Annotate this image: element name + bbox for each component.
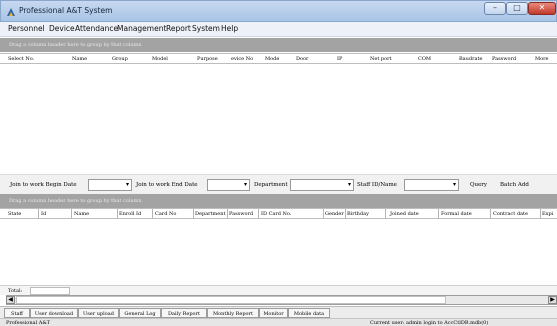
col-id[interactable]: Id [41,211,46,217]
menu-device[interactable]: Device [49,24,75,33]
col-birthday[interactable]: Birthday [347,211,369,217]
tab-monthly-report[interactable]: Monthly Report [207,308,259,318]
tab-user-download[interactable]: User download [30,308,78,318]
device-group-by-bar[interactable]: Drag a column header here to group by th… [0,38,557,52]
col-password[interactable]: Password [492,56,516,62]
window-title: Professional A&T System [19,6,113,15]
col-enroll-id[interactable]: Enroll Id [119,211,141,217]
query-button[interactable]: Query [470,182,487,188]
end-date-combo[interactable]: ▾ [207,179,250,191]
total-label: Total: [8,288,23,294]
col-joined-date[interactable]: Joined date [390,211,419,217]
col-model[interactable]: Model [152,56,168,62]
begin-date-combo[interactable]: ▾ [88,179,132,191]
app-logo-icon [7,8,15,16]
menu-personnel[interactable]: Personnel [8,24,45,33]
chevron-down-icon: ▾ [243,181,247,188]
col-gender[interactable]: Gender [325,211,344,217]
col-baudrate[interactable]: Baudrate [459,56,482,62]
device-grid-header: Select No. Name Group Model Purpose evic… [0,53,557,64]
horizontal-scrollbar[interactable]: ◀ ▶ [6,295,557,305]
begin-date-label: Join to work Begin Date [10,182,77,188]
chevron-down-icon: ▾ [347,181,351,188]
tab-staff[interactable]: Staff [4,308,30,318]
minimize-button[interactable]: – [484,2,506,15]
menu-system[interactable]: System [192,24,220,33]
col-formal-date[interactable]: Formal date [441,211,472,217]
total-row: Total: [0,285,557,295]
menu-attendance[interactable]: Attendance [75,24,118,33]
department-label: Department [254,182,288,188]
staff-grid-body[interactable] [0,219,557,285]
col-net-port[interactable]: Net port [370,56,392,62]
tab-general-log[interactable]: General Log [119,308,161,318]
menu-help[interactable]: Help [221,24,238,33]
col-contract-date[interactable]: Contract date [493,211,528,217]
tab-daily-report[interactable]: Daily Report [161,308,207,318]
staff-id-combo[interactable]: ▾ [404,179,459,191]
col-staff-name[interactable]: Name [74,211,89,217]
status-bar: Professional A&T Current user: admin log… [0,318,557,326]
staff-grid-header: State Id Name Enroll Id Card No Departme… [0,208,557,220]
total-value [30,287,70,295]
col-card-no[interactable]: Card No [155,211,176,217]
menu-management[interactable]: Management [117,24,166,33]
chevron-down-icon: ▾ [452,181,456,188]
tab-monitor[interactable]: Monitor [259,308,288,318]
scroll-right-arrow-icon[interactable]: ▶ [548,296,557,304]
col-select-no[interactable]: Select No. [8,56,34,62]
col-expiry[interactable]: Expi [542,211,553,217]
scroll-left-arrow-icon[interactable]: ◀ [6,296,15,304]
col-mode[interactable]: Mode [265,56,279,62]
col-com[interactable]: COM [418,56,431,62]
col-more[interactable]: More [535,56,548,62]
title-bar: Professional A&T System – □ ✕ [0,0,557,22]
device-grid-body[interactable] [0,64,557,174]
staff-group-by-bar[interactable]: Drag a column header here to group by th… [0,194,557,208]
device-group-hint: Drag a column header here to group by th… [9,42,142,48]
maximize-button[interactable]: □ [506,2,528,15]
staff-filter-bar: Join to work Begin Date ▾ Join to work E… [0,174,557,194]
col-group[interactable]: Group [112,56,128,62]
batch-add-button[interactable]: Batch Add [500,182,529,188]
col-device-no[interactable]: evice No [231,56,253,62]
col-ip[interactable]: IP [337,56,342,62]
col-staff-password[interactable]: Password [229,211,253,217]
status-login-info: Current user: admin login to AccCtlDB.md… [370,320,489,326]
chevron-down-icon: ▾ [125,181,129,188]
col-door[interactable]: Door [296,56,308,62]
end-date-label: Join to work End Date [136,182,198,188]
status-app-name: Professional A&T [6,320,51,326]
col-state[interactable]: State [8,211,21,217]
close-button[interactable]: ✕ [528,2,556,15]
col-name[interactable]: Name [72,56,87,62]
tab-mobile-data[interactable]: Mobile data [288,308,330,318]
col-purpose[interactable]: Purpose [197,56,218,62]
col-department[interactable]: Department [195,211,225,217]
col-id-card-no[interactable]: ID Card No. [261,211,291,217]
scroll-thumb[interactable] [16,296,446,304]
staff-group-hint: Drag a column header here to group by th… [9,198,142,204]
tab-user-upload[interactable]: User upload [78,308,119,318]
staff-id-label: Staff ID/Name [357,182,397,188]
department-combo[interactable]: ▾ [290,179,354,191]
menu-bar: Personnel Device Attendance Management R… [0,22,557,37]
menu-report[interactable]: Report [166,24,191,33]
module-tab-bar: Staff User download User upload General … [0,306,557,318]
